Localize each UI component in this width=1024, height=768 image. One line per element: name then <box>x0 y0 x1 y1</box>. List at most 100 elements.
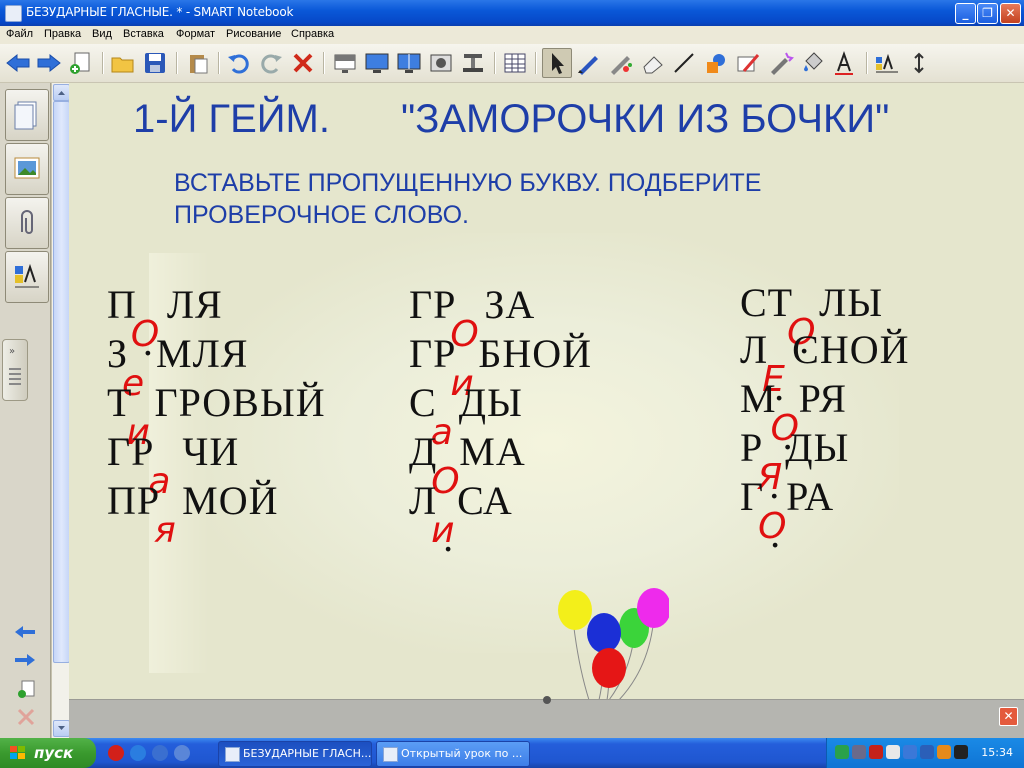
vocab-word: ГР а ЧИ <box>107 428 240 502</box>
word-suffix: ДЫ <box>785 425 850 470</box>
panel-collapse-handle[interactable]: » <box>2 339 28 401</box>
redo-icon[interactable] <box>257 49 285 77</box>
full-screen-icon[interactable] <box>363 49 391 77</box>
taskbar-item-notebook[interactable]: БЕЗУДАРНЫЕ ГЛАСН... <box>218 741 372 767</box>
tray-icon-5[interactable] <box>903 745 917 759</box>
back-arrow-icon[interactable] <box>4 49 32 77</box>
handwritten-letter[interactable]: и <box>431 510 455 551</box>
scroll-thumb[interactable] <box>53 101 70 663</box>
properties-tab[interactable] <box>5 251 49 303</box>
creative-pen-icon[interactable] <box>606 49 634 77</box>
start-button[interactable]: пуск <box>0 738 96 768</box>
word-suffix: ЗА <box>484 282 536 327</box>
paste-icon[interactable] <box>184 49 212 77</box>
notebook-app-icon <box>225 747 240 762</box>
delete-icon[interactable] <box>289 49 317 77</box>
screen-shade-icon[interactable] <box>331 49 359 77</box>
word-suffix: ЧИ <box>182 429 240 474</box>
vocab-word: М. О РЯ <box>740 375 847 458</box>
start-label: пуск <box>34 744 74 762</box>
close-page-button[interactable]: ✕ <box>999 707 1018 726</box>
save-icon[interactable] <box>141 49 169 77</box>
word-prefix: ГР <box>409 282 457 327</box>
windows-logo-icon <box>10 746 25 759</box>
word-suffix: ДЫ <box>458 380 523 425</box>
app-icon <box>5 5 22 22</box>
menu-help[interactable]: Справка <box>291 28 334 40</box>
screen-capture-icon[interactable] <box>427 49 455 77</box>
word-suffix: СНОЙ <box>792 327 910 372</box>
line-icon[interactable] <box>670 49 698 77</box>
tray-icon-7[interactable] <box>937 745 951 759</box>
word-suffix: СА <box>457 478 513 523</box>
balloon-yellow <box>558 590 592 630</box>
clock: 15:34 <box>981 746 1013 759</box>
slide-canvas[interactable]: 1-Й ГЕЙМ. "ЗАМОРОЧКИ ИЗ БОЧКИ" ВСТАВЬТЕ … <box>69 83 1024 738</box>
vertical-scrollbar[interactable] <box>51 83 70 738</box>
menu-edit[interactable]: Правка <box>44 28 81 40</box>
balloon-blue <box>587 613 621 653</box>
handwritten-letter[interactable]: я <box>154 510 177 551</box>
word-prefix: ГР <box>107 429 155 474</box>
resize-dot[interactable] <box>543 696 551 704</box>
shield-icon[interactable] <box>920 745 934 759</box>
vocab-word: Зе МЛЯ <box>107 330 248 404</box>
text-icon[interactable] <box>830 49 858 77</box>
pen-icon[interactable] <box>574 49 602 77</box>
undo-icon[interactable] <box>225 49 253 77</box>
handwritten-letter[interactable]: О <box>758 506 787 547</box>
select-arrow-icon[interactable] <box>542 48 572 78</box>
attachments-tab[interactable] <box>5 197 49 249</box>
desktop-icon[interactable] <box>174 745 190 761</box>
document-camera-icon[interactable] <box>459 49 487 77</box>
title-bar: БЕЗУДАРНЫЕ ГЛАСНЫЕ. * - SMART Notebook _… <box>0 0 1024 26</box>
paint-bucket-icon[interactable] <box>798 49 826 77</box>
maximize-button[interactable]: ❐ <box>977 3 998 24</box>
open-folder-icon[interactable] <box>109 49 137 77</box>
table-icon[interactable] <box>501 49 529 77</box>
tray-icon-2[interactable] <box>852 745 866 759</box>
instruction-line-1: ВСТАВЬТЕ ПРОПУЩЕННУЮ БУКВУ. ПОДБЕРИТЕ <box>174 169 762 197</box>
grip-icon <box>9 368 21 388</box>
page-sorter-tab[interactable] <box>5 89 49 141</box>
forward-arrow-icon[interactable] <box>35 49 63 77</box>
tray-icon-4[interactable] <box>886 745 900 759</box>
menu-draw[interactable]: Рисование <box>226 28 281 40</box>
magic-pen-icon[interactable] <box>734 49 762 77</box>
taskbar-item-word[interactable]: Открытый урок по ... <box>376 741 530 767</box>
vocab-word: Ти ГРОВЫЙ <box>107 379 326 453</box>
tray-icon-1[interactable] <box>835 745 849 759</box>
browser-icon[interactable] <box>152 745 168 761</box>
menu-file[interactable]: Файл <box>6 28 33 40</box>
minimize-button[interactable]: _ <box>955 3 976 24</box>
scroll-up-button[interactable] <box>53 84 70 101</box>
opera-icon[interactable] <box>108 745 124 761</box>
dual-page-icon[interactable] <box>395 49 423 77</box>
vocab-word: Р. Я ДЫ <box>740 424 850 507</box>
delete-page-icon[interactable] <box>16 707 36 731</box>
shape-icon[interactable] <box>702 49 730 77</box>
scroll-down-button[interactable] <box>53 720 70 737</box>
close-button[interactable]: ✕ <box>1000 3 1021 24</box>
vocab-word: П. О ЛЯ <box>107 281 223 364</box>
add-page-small-icon[interactable] <box>16 679 36 703</box>
move-toolbar-icon[interactable] <box>905 49 933 77</box>
balloon-red <box>592 648 626 688</box>
add-page-icon[interactable] <box>66 49 94 77</box>
vocab-word: Л. Е СНОЙ <box>740 326 910 409</box>
menu-insert[interactable]: Вставка <box>123 28 164 40</box>
prev-page-arrow-icon[interactable] <box>14 624 36 644</box>
properties-icon[interactable] <box>873 49 901 77</box>
fill-icon[interactable] <box>766 49 794 77</box>
tray-icon-3[interactable] <box>869 745 883 759</box>
vocab-word: Г. О РА <box>740 473 834 556</box>
menu-format[interactable]: Формат <box>176 28 215 40</box>
eraser-icon[interactable] <box>638 49 666 77</box>
gallery-tab[interactable] <box>5 143 49 195</box>
menu-view[interactable]: Вид <box>92 28 112 40</box>
next-page-arrow-icon[interactable] <box>14 652 36 672</box>
volume-icon[interactable] <box>954 745 968 759</box>
vocab-word: ГР и БНОЙ <box>409 330 592 404</box>
internet-explorer-icon[interactable] <box>130 745 146 761</box>
word-prefix: СТ <box>740 280 794 325</box>
